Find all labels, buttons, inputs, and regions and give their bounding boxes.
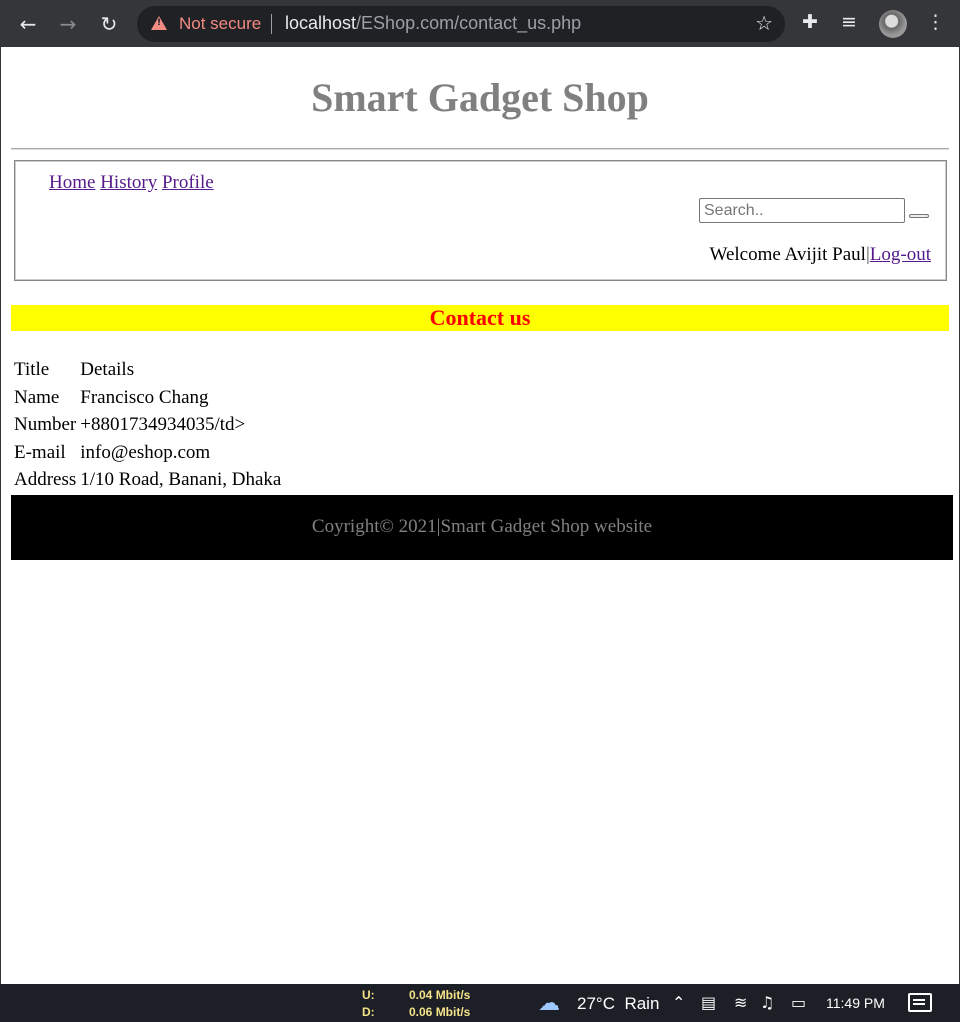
welcome-text: Welcome Avijit Paul xyxy=(709,244,866,265)
table-row: Title Details xyxy=(13,358,282,384)
weather-condition: Rain xyxy=(624,994,660,1013)
nav-links: Home History Profile xyxy=(49,172,214,194)
row-label: Title xyxy=(14,359,50,380)
weather-widget[interactable]: 27°C Rain xyxy=(577,994,659,1014)
notification-icon[interactable] xyxy=(908,993,932,1012)
table-row: E-mail info@eshop.com xyxy=(13,441,282,467)
site-title: Smart Gadget Shop xyxy=(311,75,649,120)
media-queue-icon[interactable]: ≡ xyxy=(841,11,857,33)
window-border-left xyxy=(0,47,1,984)
search-input[interactable] xyxy=(699,198,905,223)
row-value: Details xyxy=(80,359,135,380)
forward-arrow-icon[interactable]: → xyxy=(55,11,81,37)
windows-taskbar: U: 0.04 Mbit/s D: 0.06 Mbit/s ☁ 27°C Rai… xyxy=(0,984,960,1022)
search-button[interactable] xyxy=(909,214,929,218)
row-value: +8801734934035/td> xyxy=(80,414,246,435)
nav-link-profile[interactable]: Profile xyxy=(162,172,214,193)
row-label: Name xyxy=(14,386,60,408)
temperature: 27°C xyxy=(577,994,615,1013)
row-label: E-mail xyxy=(14,441,66,463)
upload-speed: 0.04 Mbit/s xyxy=(409,988,471,1002)
url-separator xyxy=(271,14,272,34)
table-row: Number +8801734934035/td> xyxy=(13,413,282,439)
clock[interactable]: 11:49 PM xyxy=(826,995,885,1011)
nav-link-history[interactable]: History xyxy=(100,172,157,193)
row-value: 1/10 Road, Banani, Dhaka xyxy=(80,469,282,490)
battery-icon[interactable]: ▭ xyxy=(791,993,806,1012)
contact-heading-bar: Contact us xyxy=(11,305,949,331)
profile-avatar[interactable] xyxy=(879,10,907,38)
kebab-menu-icon[interactable]: ⋮ xyxy=(926,11,945,33)
url-path: /EShop.com/contact_us.php xyxy=(356,13,582,33)
extensions-puzzle-icon[interactable]: ✚ xyxy=(802,11,818,33)
logout-link[interactable]: Log-out xyxy=(870,244,931,265)
security-label[interactable]: Not secure xyxy=(179,14,261,34)
reload-icon[interactable]: ↻ xyxy=(96,11,122,37)
back-arrow-icon[interactable]: ← xyxy=(15,11,41,37)
upload-label: U: xyxy=(362,988,375,1002)
row-value: info@eshop.com xyxy=(80,441,211,463)
site-footer: Coyright© 2021|Smart Gadget Shop website xyxy=(11,495,953,560)
volume-icon[interactable]: ♫ xyxy=(760,993,774,1012)
chevron-up-icon[interactable]: ⌃ xyxy=(672,993,685,1012)
download-label: D: xyxy=(362,1005,375,1019)
welcome-line: Welcome Avijit Paul|Log-out xyxy=(710,244,931,266)
bookmark-star-icon[interactable]: ☆ xyxy=(755,11,773,35)
rain-cloud-icon[interactable]: ☁ xyxy=(538,990,560,1016)
header-divider xyxy=(11,148,949,150)
url-text[interactable]: localhost/EShop.com/contact_us.php xyxy=(285,13,581,34)
contact-heading: Contact us xyxy=(429,305,531,330)
keyboard-icon[interactable]: ▤ xyxy=(701,993,716,1012)
wifi-icon[interactable]: ≋ xyxy=(734,993,747,1012)
table-row: Address 1/10 Road, Banani, Dhaka xyxy=(13,468,282,494)
address-bar[interactable]: Not secure localhost/EShop.com/contact_u… xyxy=(137,6,785,42)
download-speed: 0.06 Mbit/s xyxy=(409,1005,471,1019)
row-label: Address xyxy=(14,469,77,490)
contact-table: Title Details Name Francisco Chang Number +… xyxy=(11,356,284,496)
footer-text: Coyright© 2021|Smart Gadget Shop website xyxy=(311,516,653,537)
browser-toolbar: ← → ↻ Not secure localhost/EShop.com/con… xyxy=(0,0,960,47)
warning-icon xyxy=(151,16,167,30)
row-label: Number xyxy=(14,414,77,435)
nav-link-home[interactable]: Home xyxy=(49,172,95,193)
url-host: localhost xyxy=(285,13,357,33)
row-value: Francisco Chang xyxy=(80,386,209,408)
table-row: Name Francisco Chang xyxy=(13,386,282,412)
nav-panel: Home History Profile Welcome Avijit Paul… xyxy=(14,160,947,281)
